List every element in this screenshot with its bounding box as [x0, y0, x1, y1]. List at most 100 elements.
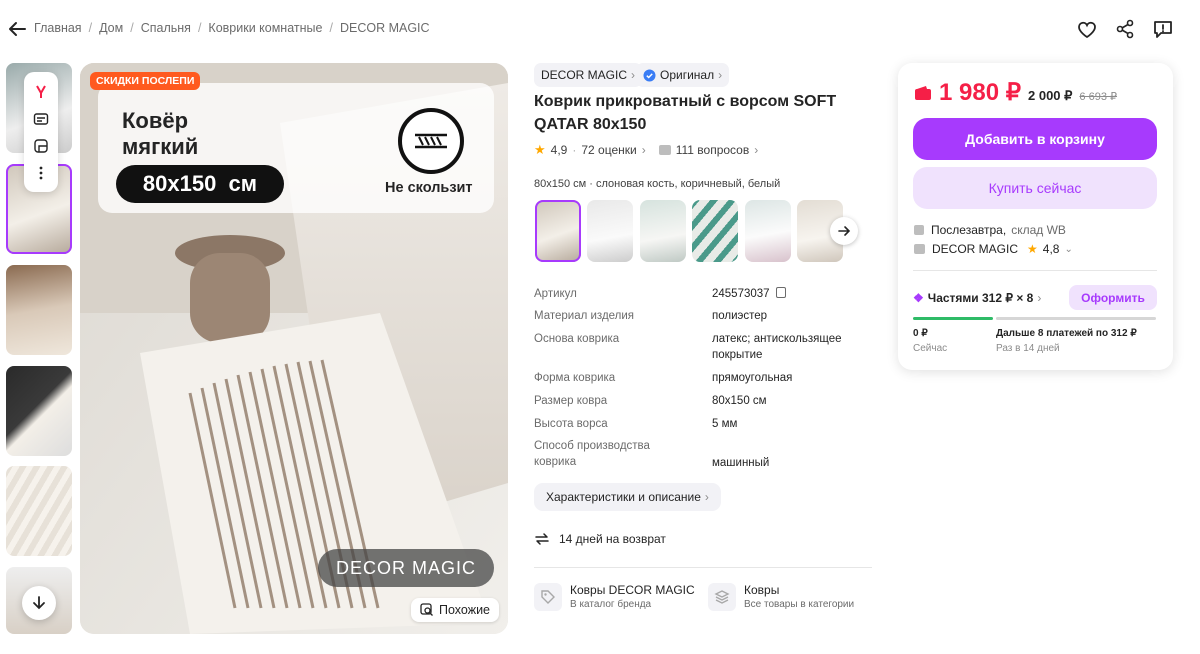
- installments-apply-button[interactable]: Оформить: [1069, 285, 1157, 310]
- arrow-down-icon: [33, 596, 45, 610]
- buy-now-button[interactable]: Купить сейчас: [913, 167, 1157, 209]
- price-without-wallet: 2 000 ₽: [1028, 88, 1073, 103]
- original-badge[interactable]: Оригинал ›: [636, 63, 730, 87]
- category-link[interactable]: Ковры Все товары в категории: [708, 583, 854, 611]
- card-icon[interactable]: [33, 111, 49, 127]
- variant-thumbnail[interactable]: [692, 200, 738, 262]
- spec-row: Форма коврика прямоугольная: [534, 370, 864, 386]
- characteristics-label: Характеристики и описание: [546, 490, 701, 504]
- refresh-icon: [535, 533, 549, 545]
- delivery-date: Послезавтра,: [931, 223, 1007, 237]
- variants-next-button[interactable]: [830, 217, 858, 245]
- now-label: Сейчас: [913, 343, 948, 354]
- spec-row: Основа коврика латекс; антискользящее по…: [534, 331, 864, 363]
- characteristics-button[interactable]: Характеристики и описание ›: [534, 483, 721, 511]
- report-icon[interactable]: [1152, 18, 1174, 40]
- now-amount: 0 ₽: [913, 328, 928, 339]
- spec-row: Высота ворса 5 мм: [534, 416, 864, 432]
- scroll-down-button[interactable]: [22, 586, 56, 620]
- breadcrumb-item[interactable]: Главная: [34, 21, 82, 35]
- spec-row: Материал изделия полиэстер: [534, 308, 864, 324]
- spec-value: полиэстер: [712, 310, 768, 322]
- installments-label: Частями 312 ₽ × 8: [927, 291, 1034, 305]
- chevron-right-icon: ›: [718, 68, 723, 82]
- brand-link[interactable]: DECOR MAGIC ›: [534, 63, 643, 87]
- breadcrumb: Главная / Дом / Спальня / Коврики комнатные…: [34, 21, 430, 35]
- seller-info[interactable]: DECOR MAGIC ★ 4,8 ⌄: [914, 242, 1073, 256]
- rating-value: 4,9: [550, 143, 568, 157]
- breadcrumb-item[interactable]: Спальня: [141, 21, 191, 35]
- delivery-info: Послезавтра, склад WB: [914, 223, 1066, 237]
- installment-later-bar: [996, 317, 1156, 320]
- category-sub: Все товары в категории: [744, 599, 855, 610]
- price-block: 1 980 ₽ 2 000 ₽ 6 693 ₽: [914, 78, 1117, 107]
- later-amount: Дальше 8 платежей по 312 ₽: [996, 328, 1137, 339]
- breadcrumb-item[interactable]: DECOR MAGIC: [340, 21, 430, 35]
- box-icon: [914, 225, 924, 235]
- star-icon: ★: [534, 142, 546, 157]
- breadcrumb-item[interactable]: Дом: [99, 21, 123, 35]
- chevron-right-icon: ›: [1037, 291, 1042, 305]
- heart-icon[interactable]: [1076, 18, 1098, 40]
- share-icon[interactable]: [1114, 18, 1136, 40]
- brand-catalog-link[interactable]: Ковры DECOR MAGIC В каталог бренда: [534, 583, 695, 611]
- variant-thumbnail[interactable]: [535, 200, 581, 262]
- breadcrumb-item[interactable]: Коврики комнатные: [208, 21, 322, 35]
- back-arrow-icon[interactable]: [6, 18, 28, 40]
- brand-catalog-sub: В каталог бренда: [570, 599, 652, 610]
- spec-key: Артикул: [534, 288, 577, 300]
- product-title: Коврик прикроватный с ворсом SOFT QATAR …: [534, 93, 837, 133]
- divider: [913, 270, 1157, 271]
- variant-thumbnail[interactable]: [640, 200, 686, 262]
- original-price: 6 693 ₽: [1079, 91, 1118, 103]
- spec-value: латекс; антискользящее покрытие: [712, 333, 842, 361]
- chevron-down-icon: ⌄: [1064, 243, 1073, 255]
- spec-key: Размер ковра: [534, 395, 608, 407]
- overlay-nonslip-label: Не скользит: [385, 180, 473, 196]
- article-number: 245573037: [712, 288, 770, 300]
- chevron-right-icon: ›: [704, 490, 709, 504]
- gallery-thumbnail[interactable]: [6, 466, 72, 556]
- variant-thumbnail[interactable]: [745, 200, 791, 262]
- variant-subtitle: 80x150 см · слоновая кость, коричневый, …: [534, 178, 781, 190]
- arrow-right-icon: [838, 226, 851, 236]
- copy-icon[interactable]: [775, 287, 786, 298]
- similar-label: Похожие: [439, 603, 491, 617]
- seller-name: DECOR MAGIC: [932, 242, 1019, 256]
- variant-thumbnail[interactable]: [587, 200, 633, 262]
- spec-key: Форма коврика: [534, 372, 616, 384]
- spec-key: Высота ворса: [534, 418, 608, 430]
- questions-link[interactable]: 111 вопросов: [676, 143, 750, 157]
- wallet-icon: [915, 85, 931, 100]
- spec-row: Размер ковра 80x150 см: [534, 393, 864, 409]
- add-to-cart-button[interactable]: Добавить в корзину: [913, 118, 1157, 160]
- reviews-link[interactable]: 72 оценки: [581, 143, 636, 157]
- brand-name: DECOR MAGIC: [541, 68, 628, 82]
- spec-value: 245573037: [712, 286, 864, 302]
- spec-row: Артикул 245573037: [534, 286, 864, 302]
- gallery-thumbnail[interactable]: [6, 265, 72, 355]
- more-vertical-icon[interactable]: [33, 165, 49, 181]
- spec-key: Способ производства коврика: [534, 440, 650, 468]
- brand-watermark: DECOR MAGIC: [318, 549, 494, 587]
- star-icon: ★: [1027, 242, 1038, 256]
- overlay-title: Ковёр мягкий: [122, 108, 198, 160]
- overlay-title-line: мягкий: [122, 134, 199, 159]
- original-label: Оригинал: [660, 68, 715, 82]
- collage-icon[interactable]: [33, 138, 49, 154]
- similar-button[interactable]: Похожие: [411, 598, 500, 622]
- verified-icon: [643, 69, 656, 81]
- spec-key: Основа коврика: [534, 333, 620, 345]
- spec-key: Материал изделия: [534, 310, 635, 322]
- overlay-size-badge: 80x150 см: [116, 165, 284, 203]
- later-label: Раз в 14 дней: [996, 343, 1060, 354]
- brand-catalog-title: Ковры DECOR MAGIC: [570, 583, 695, 597]
- returns-info: 14 дней на возврат: [534, 531, 666, 547]
- search-similar-icon: [420, 603, 433, 616]
- layers-icon: [708, 583, 736, 611]
- gallery-thumbnail[interactable]: [6, 366, 72, 456]
- seller-rating: 4,8: [1042, 242, 1060, 256]
- questions-icon: [658, 145, 671, 155]
- installments-link[interactable]: ❖ Частями 312 ₽ × 8 ›: [913, 291, 1041, 305]
- yandex-icon[interactable]: [33, 84, 49, 100]
